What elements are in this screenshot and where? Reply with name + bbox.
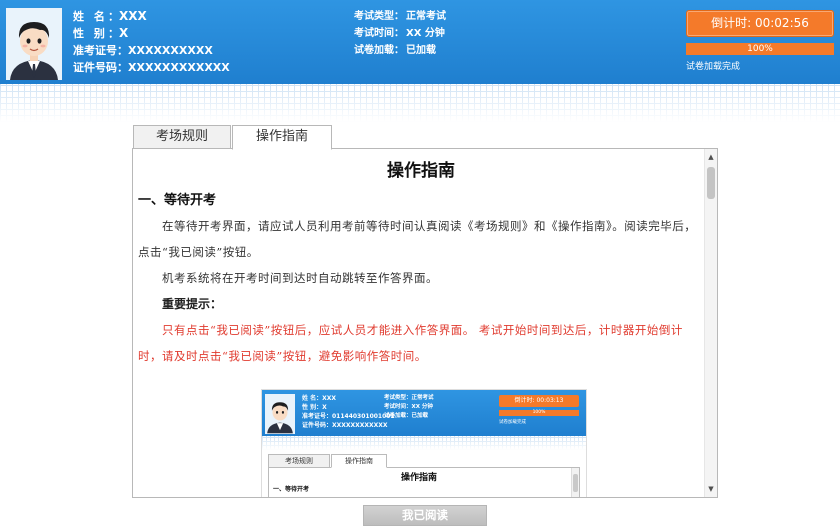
example-header: 姓 名：XXX 性 别：X 准考证号：011440301001001 证件号码：… xyxy=(262,390,586,436)
example-grid xyxy=(262,436,586,450)
example-admission-row: 准考证号：011440301001001 xyxy=(302,413,395,420)
example-tab-guide: 操作指南 xyxy=(331,454,387,468)
countdown-time: 00:02:56 xyxy=(754,16,809,30)
example-panel: 操作指南 一、等待开考 xyxy=(268,467,580,497)
countdown-label: 倒计时: xyxy=(711,16,752,30)
gender-row: 性 别：X xyxy=(73,25,230,42)
exam-info: 考试类型： 正常考试 考试时间： XX 分钟 试卷加载： 已加载 xyxy=(354,8,446,59)
guide-content: 操作指南 一、等待开考 在等待开考界面，请应试人员利用考前等待时间认真阅读《考场… xyxy=(138,149,704,497)
section-title: 一、等待开考 xyxy=(138,193,217,208)
paper-load-row: 试卷加载： 已加载 xyxy=(354,42,446,59)
example-countdown: 倒计时: 00:03:13 xyxy=(499,395,579,407)
tab-exam-rules[interactable]: 考场规则 xyxy=(133,125,231,149)
example-screenshot: 姓 名：XXX 性 别：X 准考证号：011440301001001 证件号码：… xyxy=(261,389,587,497)
countdown-timer: 倒计时: 00:02:56 xyxy=(686,10,834,37)
paper-load-value: 已加载 xyxy=(406,45,436,56)
gender-label: 性 别： xyxy=(73,27,119,40)
scroll-up-arrow-icon[interactable]: ▲ xyxy=(705,150,717,164)
exam-duration-label: 考试时间： xyxy=(354,28,404,39)
exam-duration-row: 考试时间： XX 分钟 xyxy=(354,25,446,42)
important-text: 只有点击“我已阅读”按钮后，应试人员才能进入作答界面。 考试开始时间到达后，计时… xyxy=(138,323,683,363)
load-progress-bar: 100% xyxy=(686,43,834,55)
example-section: 一、等待开考 xyxy=(273,486,310,493)
guide-title: 操作指南 xyxy=(387,161,455,181)
name-row: 姓 名：XXX xyxy=(73,8,230,25)
example-id-row: 证件号码：XXXXXXXXXXXX xyxy=(302,422,388,429)
id-value: XXXXXXXXXXXX xyxy=(128,61,230,74)
paper-load-label: 试卷加载： xyxy=(354,45,404,56)
gender-value: X xyxy=(119,26,129,40)
id-label: 证件号码： xyxy=(73,61,128,74)
example-tab-rules: 考场规则 xyxy=(268,454,330,468)
exam-duration-value: XX 分钟 xyxy=(406,28,445,39)
name-label: 姓 名： xyxy=(73,10,119,23)
tab-operation-guide[interactable]: 操作指南 xyxy=(232,125,332,150)
admission-value: XXXXXXXXXX xyxy=(128,44,213,57)
example-scrollbar xyxy=(571,468,579,497)
example-title: 操作指南 xyxy=(400,473,437,483)
exam-type-label: 考试类型： xyxy=(354,11,404,22)
example-name-row: 姓 名：XXX xyxy=(302,395,336,402)
name-value: XXX xyxy=(119,9,147,23)
candidate-info: 姓 名：XXX 性 别：X 准考证号：XXXXXXXXXX 证件号码：XXXXX… xyxy=(73,8,230,76)
load-status-text: 试卷加载完成 xyxy=(686,62,741,72)
guide-paragraph-1: 在等待开考界面，请应试人员利用考前等待时间认真阅读《考场规则》和《操作指南》。阅… xyxy=(138,219,697,259)
candidate-avatar xyxy=(6,8,62,80)
example-avatar xyxy=(265,394,295,434)
example-type-row: 考试类型：正常考试 xyxy=(384,395,434,401)
scroll-thumb[interactable] xyxy=(707,167,715,199)
header-grid-decoration xyxy=(0,84,840,122)
load-progress-fill: 100% xyxy=(686,43,834,55)
guide-panel: 操作指南 一、等待开考 在等待开考界面，请应试人员利用考前等待时间认真阅读《考场… xyxy=(132,148,718,498)
example-status: 试卷加载完成 xyxy=(499,420,526,425)
guide-paragraph-2: 机考系统将在开考时间到达时自动跳转至作答界面。 xyxy=(162,271,438,285)
have-read-button[interactable]: 我已阅读 xyxy=(363,505,487,526)
exam-type-value: 正常考试 xyxy=(406,11,446,22)
scroll-down-arrow-icon[interactable]: ▼ xyxy=(705,482,717,496)
admission-row: 准考证号：XXXXXXXXXX xyxy=(73,42,230,59)
example-duration-row: 考试时间：XX 分钟 xyxy=(384,404,433,410)
example-exam-info: 考试类型：正常考试 考试时间：XX 分钟 试卷加载：已加载 xyxy=(384,394,434,421)
guide-scrollbar[interactable]: ▲ ▼ xyxy=(704,149,717,497)
example-progress: 100% xyxy=(499,410,579,416)
exam-type-row: 考试类型： 正常考试 xyxy=(354,8,446,25)
id-row: 证件号码：XXXXXXXXXXXX xyxy=(73,59,230,76)
exam-header: 姓 名：XXX 性 别：X 准考证号：XXXXXXXXXX 证件号码：XXXXX… xyxy=(0,0,840,84)
example-paper-row: 试卷加载：已加载 xyxy=(384,413,429,419)
example-scroll-thumb xyxy=(573,474,578,492)
example-candidate-info: 姓 名：XXX 性 别：X 准考证号：011440301001001 证件号码：… xyxy=(302,394,395,430)
admission-label: 准考证号： xyxy=(73,44,128,57)
important-title: 重要提示： xyxy=(162,297,223,311)
example-gender-row: 性 别：X xyxy=(302,404,327,411)
